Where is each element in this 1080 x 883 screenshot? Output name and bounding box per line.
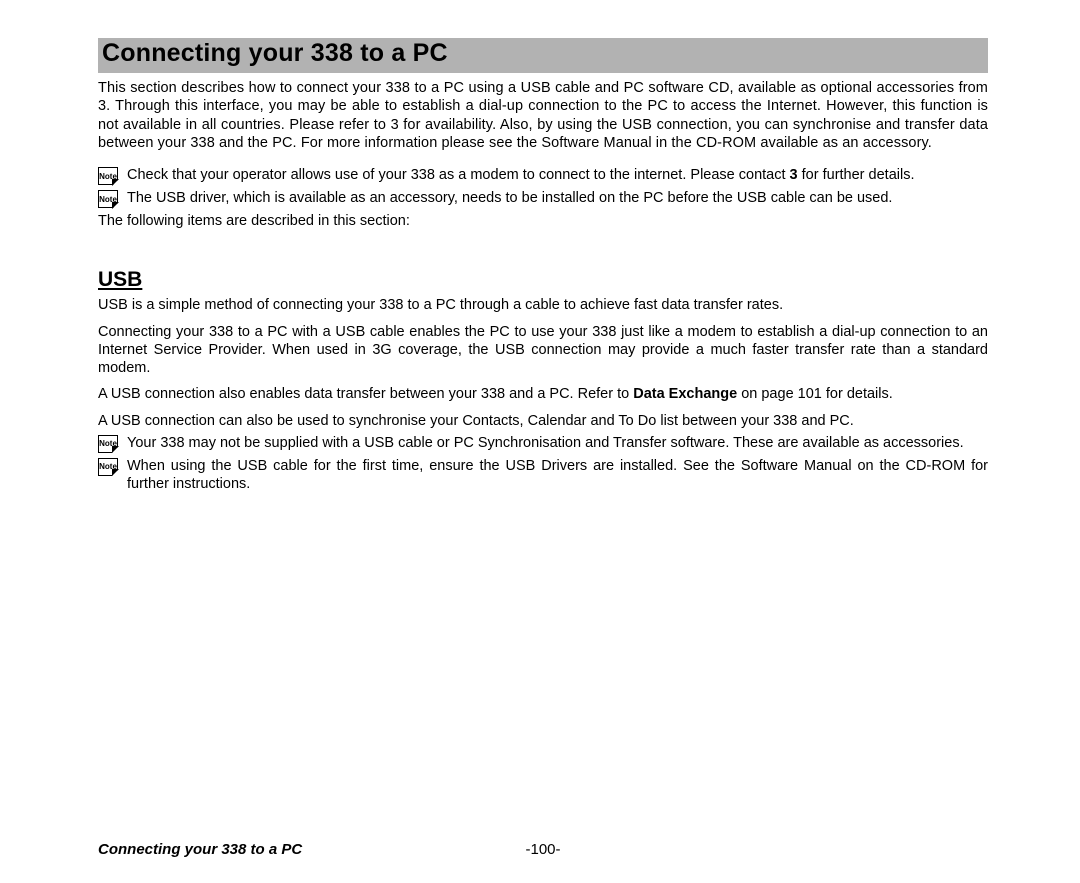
usb-heading: USB bbox=[98, 268, 988, 292]
note-row-2: Note The USB driver, which is available … bbox=[98, 189, 988, 208]
note1-bold: 3 bbox=[790, 167, 798, 183]
usb-note-text-2: When using the USB cable for the first t… bbox=[127, 457, 988, 494]
page-title: Connecting your 338 to a PC bbox=[102, 39, 984, 68]
note-icon: Note bbox=[98, 435, 118, 453]
note-icon: Note bbox=[98, 167, 118, 185]
page-number: -100- bbox=[525, 841, 560, 858]
usb-p3-post: on page 101 for details. bbox=[737, 386, 893, 402]
usb-note-row-2: Note When using the USB cable for the fi… bbox=[98, 457, 988, 494]
document-page: Connecting your 338 to a PC This section… bbox=[0, 0, 1080, 883]
note-row-1: Note Check that your operator allows use… bbox=[98, 166, 988, 185]
usb-p1: USB is a simple method of connecting you… bbox=[98, 296, 988, 314]
usb-p4: A USB connection can also be used to syn… bbox=[98, 412, 988, 430]
usb-p3: A USB connection also enables data trans… bbox=[98, 385, 988, 403]
note-text-2: The USB driver, which is available as an… bbox=[127, 189, 988, 207]
usb-p3-bold: Data Exchange bbox=[633, 386, 737, 402]
footer-title: Connecting your 338 to a PC bbox=[98, 841, 302, 858]
usb-p2: Connecting your 338 to a PC with a USB c… bbox=[98, 323, 988, 378]
intro-paragraph: This section describes how to connect yo… bbox=[98, 79, 988, 152]
note1-post: for further details. bbox=[798, 167, 915, 183]
usb-note-row-1: Note Your 338 may not be supplied with a… bbox=[98, 434, 988, 453]
page-footer: Connecting your 338 to a PC -100- bbox=[98, 841, 988, 858]
note-icon: Note bbox=[98, 190, 118, 208]
note-text-1: Check that your operator allows use of y… bbox=[127, 166, 988, 184]
title-bar: Connecting your 338 to a PC bbox=[98, 38, 988, 73]
note-icon: Note bbox=[98, 458, 118, 476]
note1-pre: Check that your operator allows use of y… bbox=[127, 167, 790, 183]
usb-p3-pre: A USB connection also enables data trans… bbox=[98, 386, 633, 402]
usb-note-text-1: Your 338 may not be supplied with a USB … bbox=[127, 434, 988, 452]
following-items-line: The following items are described in thi… bbox=[98, 212, 988, 230]
spacer bbox=[98, 234, 988, 268]
